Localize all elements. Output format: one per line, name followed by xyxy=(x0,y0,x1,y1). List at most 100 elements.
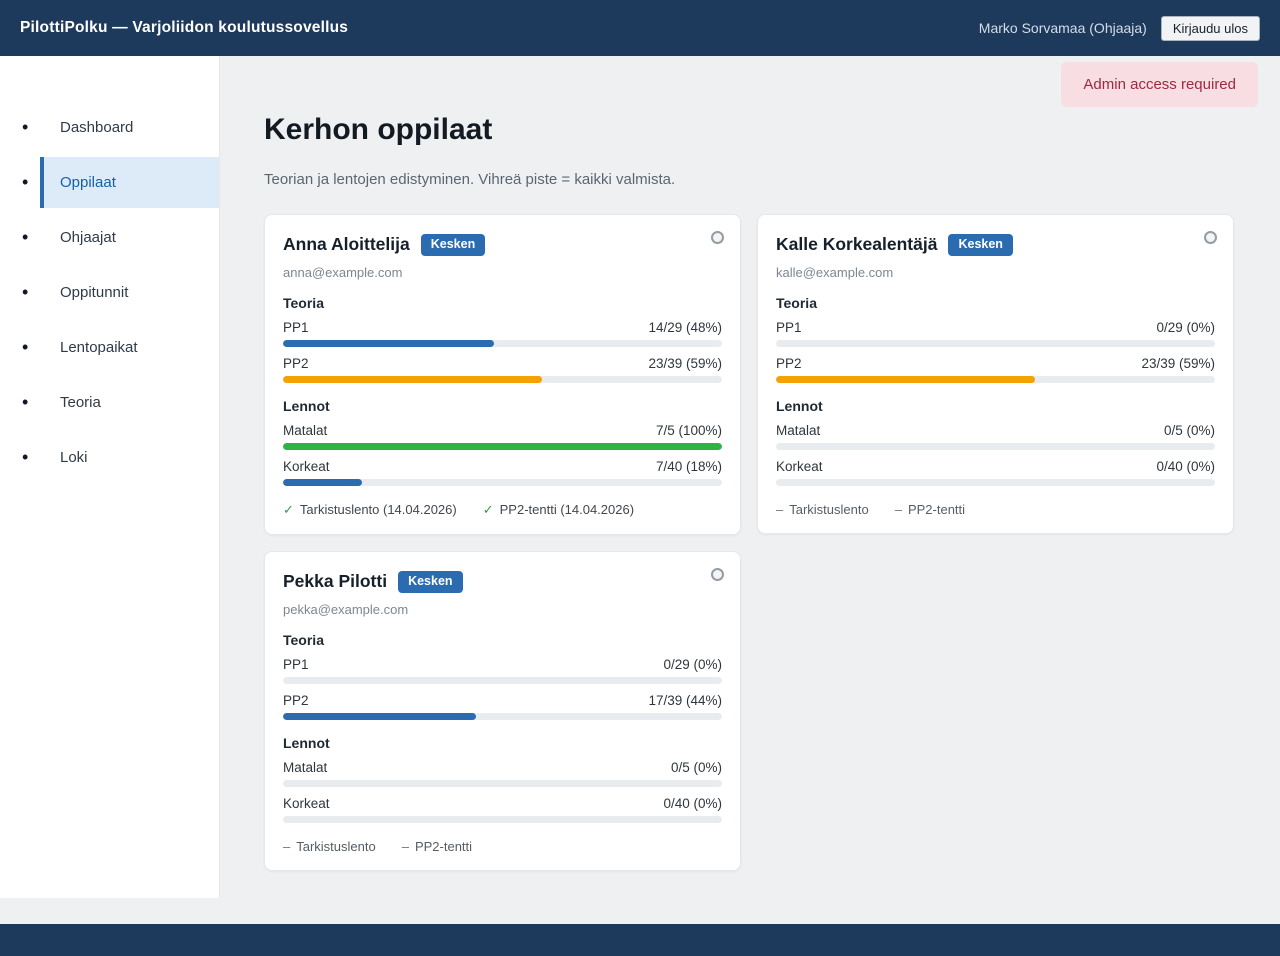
sidebar: • Dashboard • Oppilaat • Ohjaajat • Oppi… xyxy=(0,56,220,898)
progress-label: Matalat xyxy=(776,423,820,438)
student-email: pekka@example.com xyxy=(283,602,722,617)
progress-track xyxy=(283,479,722,486)
student-name: Kalle Korkealentäjä xyxy=(776,234,937,255)
bullet-icon: • xyxy=(22,172,40,193)
sidebar-link-dashboard[interactable]: Dashboard xyxy=(40,102,219,153)
progress-value: 23/39 (59%) xyxy=(1141,356,1215,371)
progress-label: PP2 xyxy=(283,356,309,371)
card-header: Kalle Korkealentäjä Kesken xyxy=(776,234,1215,256)
check-item-tarkistuslento: ✓ Tarkistuslento (14.04.2026) xyxy=(283,502,457,518)
check-item-pp2-tentti: ✓ PP2-tentti (14.04.2026) xyxy=(483,502,634,518)
card-footer: ✓ Tarkistuslento (14.04.2026) ✓ PP2-tent… xyxy=(283,502,722,518)
progress-pp1: PP1 0/29 (0%) xyxy=(776,320,1215,347)
progress-label: Korkeat xyxy=(283,796,330,811)
student-name: Pekka Pilotti xyxy=(283,571,387,592)
dash-icon: – xyxy=(283,839,290,854)
check-item-tarkistuslento: – Tarkistuslento xyxy=(776,502,869,517)
student-email: kalle@example.com xyxy=(776,265,1215,280)
progress-label: PP2 xyxy=(776,356,802,371)
progress-label: Matalat xyxy=(283,760,327,775)
progress-track xyxy=(776,340,1215,347)
section-heading-teoria: Teoria xyxy=(776,295,1215,311)
sidebar-link-oppilaat[interactable]: Oppilaat xyxy=(40,157,219,208)
card-header: Anna Aloittelija Kesken xyxy=(283,234,722,256)
student-email: anna@example.com xyxy=(283,265,722,280)
progress-label: Korkeat xyxy=(776,459,823,474)
sidebar-item-lentopaikat[interactable]: • Lentopaikat xyxy=(0,322,219,373)
sidebar-link-oppitunnit[interactable]: Oppitunnit xyxy=(40,267,219,318)
sidebar-nav-list: • Dashboard • Oppilaat • Ohjaajat • Oppi… xyxy=(0,102,219,483)
progress-value: 0/40 (0%) xyxy=(663,796,722,811)
sidebar-link-lentopaikat[interactable]: Lentopaikat xyxy=(40,322,219,373)
page-title: Kerhon oppilaat xyxy=(264,113,1260,147)
progress-korkeat: Korkeat 0/40 (0%) xyxy=(776,459,1215,486)
progress-label: Matalat xyxy=(283,423,327,438)
app-title: PilottiPolku — Varjoliidon koulutussovel… xyxy=(20,19,348,37)
student-card-pekka: Pekka Pilotti Kesken pekka@example.com T… xyxy=(264,551,741,871)
progress-value: 17/39 (44%) xyxy=(648,693,722,708)
progress-pp1: PP1 14/29 (48%) xyxy=(283,320,722,347)
progress-fill xyxy=(283,340,494,347)
completion-dot-icon xyxy=(1204,231,1217,244)
bottom-bar xyxy=(0,924,1280,956)
progress-track xyxy=(776,443,1215,450)
sidebar-item-ohjaajat[interactable]: • Ohjaajat xyxy=(0,212,219,263)
progress-track xyxy=(776,376,1215,383)
logout-button[interactable]: Kirjaudu ulos xyxy=(1161,16,1260,41)
progress-value: 0/40 (0%) xyxy=(1156,459,1215,474)
progress-matalat: Matalat 0/5 (0%) xyxy=(776,423,1215,450)
page-subtitle: Teorian ja lentojen edistyminen. Vihreä … xyxy=(264,171,1260,188)
status-badge: Kesken xyxy=(948,234,1012,256)
sidebar-item-loki[interactable]: • Loki xyxy=(0,432,219,483)
section-heading-teoria: Teoria xyxy=(283,632,722,648)
card-footer: – Tarkistuslento – PP2-tentti xyxy=(776,502,1215,517)
sidebar-link-loki[interactable]: Loki xyxy=(40,432,219,483)
progress-fill xyxy=(283,376,542,383)
check-text: Tarkistuslento xyxy=(296,839,375,854)
bullet-icon: • xyxy=(22,227,40,248)
progress-korkeat: Korkeat 7/40 (18%) xyxy=(283,459,722,486)
card-footer: – Tarkistuslento – PP2-tentti xyxy=(283,839,722,854)
progress-label: PP1 xyxy=(776,320,802,335)
progress-value: 7/5 (100%) xyxy=(656,423,722,438)
progress-track xyxy=(283,816,722,823)
student-name: Anna Aloittelija xyxy=(283,234,410,255)
check-text: PP2-tentti xyxy=(908,502,965,517)
section-heading-lennot: Lennot xyxy=(283,735,722,751)
progress-fill xyxy=(283,443,722,450)
section-heading-lennot: Lennot xyxy=(776,398,1215,414)
check-text: Tarkistuslento (14.04.2026) xyxy=(300,502,457,517)
student-card-anna: Anna Aloittelija Kesken anna@example.com… xyxy=(264,214,741,535)
progress-track xyxy=(283,340,722,347)
sidebar-item-oppilaat[interactable]: • Oppilaat xyxy=(0,157,219,208)
sidebar-item-oppitunnit[interactable]: • Oppitunnit xyxy=(0,267,219,318)
progress-value: 14/29 (48%) xyxy=(648,320,722,335)
dash-icon: – xyxy=(402,839,409,854)
progress-value: 0/29 (0%) xyxy=(1156,320,1215,335)
progress-track xyxy=(283,677,722,684)
progress-pp1: PP1 0/29 (0%) xyxy=(283,657,722,684)
sidebar-item-teoria[interactable]: • Teoria xyxy=(0,377,219,428)
check-text: PP2-tentti xyxy=(415,839,472,854)
progress-value: 0/5 (0%) xyxy=(671,760,722,775)
section-heading-teoria: Teoria xyxy=(283,295,722,311)
progress-value: 0/5 (0%) xyxy=(1164,423,1215,438)
main-content: Admin access required Kerhon oppilaat Te… xyxy=(220,56,1280,924)
sidebar-item-dashboard[interactable]: • Dashboard xyxy=(0,102,219,153)
progress-value: 23/39 (59%) xyxy=(648,356,722,371)
sidebar-link-teoria[interactable]: Teoria xyxy=(40,377,219,428)
progress-pp2: PP2 23/39 (59%) xyxy=(283,356,722,383)
check-icon: ✓ xyxy=(283,502,294,518)
progress-track xyxy=(776,479,1215,486)
progress-label: PP1 xyxy=(283,320,309,335)
check-icon: ✓ xyxy=(483,502,494,518)
student-cards-grid: Anna Aloittelija Kesken anna@example.com… xyxy=(264,214,1260,871)
sidebar-link-ohjaajat[interactable]: Ohjaajat xyxy=(40,212,219,263)
check-item-tarkistuslento: – Tarkistuslento xyxy=(283,839,376,854)
progress-matalat: Matalat 0/5 (0%) xyxy=(283,760,722,787)
student-card-kalle: Kalle Korkealentäjä Kesken kalle@example… xyxy=(757,214,1234,534)
admin-access-alert: Admin access required xyxy=(1061,62,1258,107)
progress-korkeat: Korkeat 0/40 (0%) xyxy=(283,796,722,823)
dash-icon: – xyxy=(776,502,783,517)
progress-value: 0/29 (0%) xyxy=(663,657,722,672)
